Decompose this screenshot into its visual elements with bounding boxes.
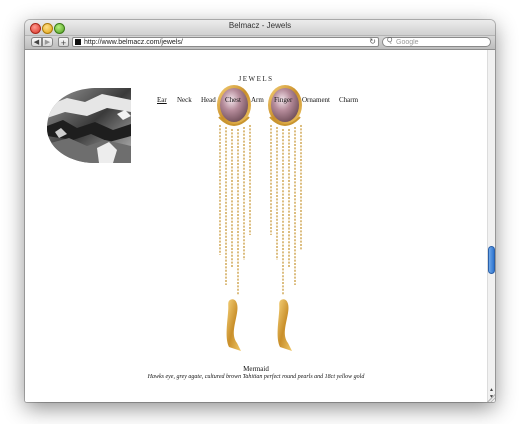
nav-item-neck[interactable]: Neck [177, 96, 192, 104]
right-earring [268, 85, 302, 351]
page-content: JEWELS Ear Neck Head Chest Arm Finger Or… [25, 50, 495, 402]
forward-button[interactable]: ▶ [42, 37, 53, 47]
reload-icon[interactable]: ↻ [369, 37, 376, 46]
product-name: Mermaid [243, 365, 269, 373]
scroll-thumb[interactable] [488, 246, 495, 274]
title-bar[interactable]: Belmacz - Jewels [25, 20, 495, 36]
plus-icon: + [60, 38, 67, 48]
product-description: Hawks eye, grey agate, cultured brown Ta… [147, 374, 365, 380]
back-arrow-icon: ◀ [33, 39, 40, 46]
nav-item-head[interactable]: Head [201, 96, 216, 104]
favicon-icon [75, 39, 81, 45]
nav-item-chest[interactable]: Chest [225, 96, 241, 104]
nav-item-ear[interactable]: Ear [157, 96, 167, 104]
search-icon[interactable]: Q [387, 37, 392, 44]
search-field[interactable]: Q [382, 37, 491, 47]
browser-window: Belmacz - Jewels ◀ ▶ + http://www.belmac… [25, 20, 495, 402]
left-earring [217, 85, 251, 351]
nav-item-ornament[interactable]: Ornament [302, 96, 330, 104]
nav-item-charm[interactable]: Charm [339, 96, 358, 104]
add-bookmark-button[interactable]: + [58, 37, 69, 48]
address-bar[interactable]: http://www.belmacz.com/jewels/ ↻ [72, 37, 379, 47]
forward-arrow-icon: ▶ [44, 39, 51, 46]
window-title: Belmacz - Jewels [228, 21, 292, 30]
nav-item-finger[interactable]: Finger [274, 96, 292, 104]
back-button[interactable]: ◀ [31, 37, 42, 47]
page-title: JEWELS [238, 75, 274, 83]
vertical-scrollbar[interactable]: ▲ ▼ [487, 50, 495, 402]
nav-item-arm[interactable]: Arm [251, 96, 264, 104]
resize-grip[interactable] [487, 394, 495, 402]
url-text[interactable]: http://www.belmacz.com/jewels/ [84, 38, 183, 47]
search-input[interactable] [396, 38, 486, 47]
earrings-product-image [217, 85, 302, 351]
browser-toolbar: ◀ ▶ + http://www.belmacz.com/jewels/ ↻ Q [25, 36, 495, 50]
scroll-up-arrow-icon[interactable]: ▲ [489, 387, 494, 393]
